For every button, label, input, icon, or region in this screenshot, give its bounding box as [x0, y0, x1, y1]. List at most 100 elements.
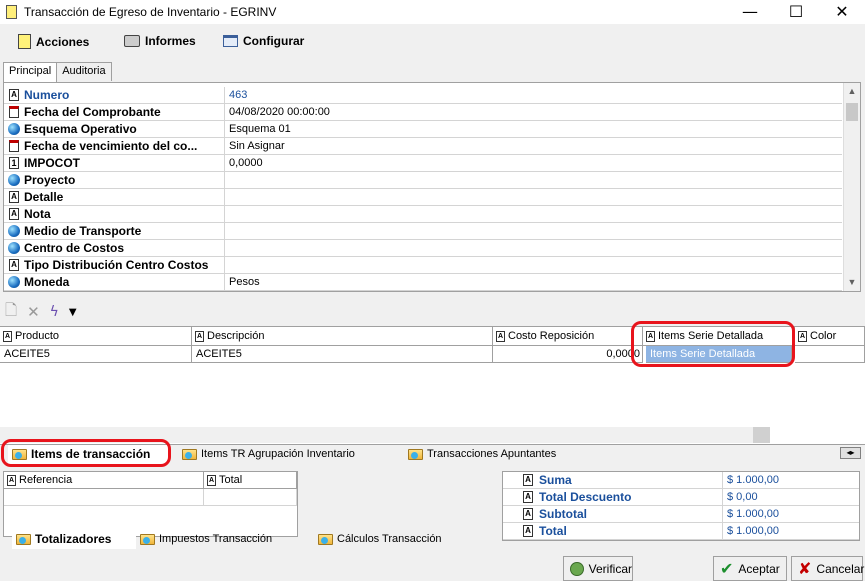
calendar-icon — [9, 140, 19, 152]
property-value[interactable] — [224, 222, 842, 240]
folder-icon — [408, 449, 423, 460]
property-value[interactable] — [224, 256, 842, 274]
column-label: Producto — [15, 330, 60, 342]
property-row-medio-transporte[interactable]: Medio de Transporte — [4, 222, 842, 240]
cancelar-button[interactable]: ✘ Cancelar — [791, 556, 864, 581]
property-value[interactable]: Esquema 01 — [224, 120, 842, 138]
highlight-items-transaccion — [1, 439, 171, 467]
property-value[interactable]: 0,0000 — [224, 154, 842, 172]
property-value[interactable]: Sin Asignar — [224, 137, 842, 155]
scroll-down-icon[interactable]: ▼ — [844, 274, 860, 291]
total-name: Suma — [539, 473, 572, 487]
total-row-suma[interactable]: A Suma $ 1.000,00 — [503, 471, 859, 489]
detail-grid: A Producto A Descripción A Costo Reposic… — [0, 321, 865, 444]
column-label: Total — [219, 474, 243, 486]
property-value[interactable] — [224, 171, 842, 189]
property-grid-scrollbar[interactable]: ▲ ▼ — [843, 83, 860, 291]
detail-toolbar: 🗋 ✕ ϟ ▼ — [5, 301, 77, 323]
property-row-fecha-vencimiento[interactable]: Fecha de vencimiento del co... Sin Asign… — [4, 137, 842, 155]
column-header-costo-reposicion[interactable]: A Costo Reposición — [493, 327, 643, 346]
dropdown-arrow-icon[interactable]: ▼ — [69, 307, 77, 318]
verificar-button[interactable]: Verificar — [563, 556, 633, 581]
property-grid: A Numero 463 Fecha del Comprobante 04/08… — [3, 82, 861, 292]
menu-informes-label: Informes — [145, 34, 196, 48]
scroll-thumb[interactable] — [753, 427, 770, 443]
property-name: Nota — [24, 207, 51, 221]
tab-label: Totalizadores — [35, 532, 112, 546]
property-value[interactable]: 04/08/2020 00:00:00 — [224, 103, 842, 121]
property-name: Numero — [24, 88, 70, 102]
property-row-moneda[interactable]: Moneda Pesos — [4, 273, 842, 291]
property-row-detalle[interactable]: A Detalle — [4, 188, 842, 206]
property-row-centro-costos[interactable]: Centro de Costos — [4, 239, 842, 257]
property-name: Detalle — [24, 190, 64, 204]
text-field-icon: A — [496, 330, 505, 342]
column-header-descripcion[interactable]: A Descripción — [192, 327, 493, 346]
menu-acciones[interactable]: Acciones — [18, 34, 89, 49]
tab-scroll-arrows-icon[interactable]: ◂▸ — [840, 447, 861, 459]
total-row-subtotal[interactable]: A Subtotal $ 1.000,00 — [503, 505, 859, 523]
text-field-icon: A — [9, 259, 19, 271]
maximize-button[interactable]: ☐ — [773, 0, 819, 24]
tab-calculos[interactable]: Cálculos Transacción — [314, 530, 484, 549]
minimize-button[interactable]: — — [727, 0, 773, 24]
folder-icon — [16, 534, 31, 545]
aceptar-button[interactable]: ✔ Aceptar — [713, 556, 787, 581]
tab-auditoria[interactable]: Auditoria — [56, 62, 112, 81]
total-row-descuento[interactable]: A Total Descuento $ 0,00 — [503, 488, 859, 506]
column-header-referencia[interactable]: A Referencia — [4, 472, 204, 489]
transaction-tabs: Items de transacción Items TR Agrupación… — [0, 439, 865, 467]
scroll-up-icon[interactable]: ▲ — [844, 83, 860, 100]
close-button[interactable]: ✕ — [819, 0, 865, 24]
property-value[interactable] — [224, 205, 842, 223]
column-header-color[interactable]: A Color — [795, 327, 865, 346]
menu-configurar[interactable]: Configurar — [223, 34, 304, 48]
total-row-total[interactable]: A Total $ 1.000,00 — [503, 522, 859, 540]
total-value: $ 0,00 — [722, 488, 758, 506]
reference-cell[interactable] — [4, 489, 204, 506]
tab-totalizadores[interactable]: Totalizadores — [12, 530, 136, 549]
tab-principal[interactable]: Principal — [3, 62, 58, 82]
text-field-icon: A — [523, 491, 533, 503]
total-name: Subtotal — [539, 507, 587, 521]
new-document-icon[interactable]: 🗋 — [5, 300, 17, 325]
text-field-icon: A — [523, 508, 533, 520]
property-value[interactable]: Pesos — [224, 273, 842, 291]
folder-icon — [140, 534, 155, 545]
property-name: Centro de Costos — [24, 241, 125, 255]
property-row-proyecto[interactable]: Proyecto — [4, 171, 842, 189]
text-field-icon: A — [9, 89, 19, 101]
property-row-fecha-comprobante[interactable]: Fecha del Comprobante 04/08/2020 00:00:0… — [4, 103, 842, 121]
cell-descripcion[interactable]: ACEITE5 — [192, 346, 493, 363]
window-title: Transacción de Egreso de Inventario - EG… — [24, 5, 277, 19]
property-value[interactable] — [224, 239, 842, 257]
property-value[interactable]: 463 — [224, 86, 842, 104]
property-name: Moneda — [24, 275, 70, 289]
lightning-icon[interactable]: ϟ — [50, 304, 59, 320]
tab-impuestos[interactable]: Impuestos Transacción — [136, 530, 312, 549]
column-header-producto[interactable]: A Producto — [0, 327, 192, 346]
total-name: Total — [539, 524, 567, 538]
cell-costo[interactable]: 0,0000 — [493, 346, 643, 363]
delete-icon[interactable]: ✕ — [27, 303, 40, 321]
property-row-numero[interactable]: A Numero 463 — [4, 86, 842, 104]
column-header-total[interactable]: A Total — [204, 472, 297, 489]
property-value[interactable] — [224, 188, 842, 206]
cell-producto[interactable]: ACEITE5 — [0, 346, 192, 363]
property-row-esquema[interactable]: Esquema Operativo Esquema 01 — [4, 120, 842, 138]
property-row-impocot[interactable]: 1 IMPOCOT 0,0000 — [4, 154, 842, 172]
total-cell[interactable] — [204, 489, 297, 506]
tab-items-tr-agrupacion[interactable]: Items TR Agrupación Inventario — [178, 445, 402, 464]
tab-label: Transacciones Apuntantes — [427, 448, 557, 460]
property-name: Fecha del Comprobante — [24, 105, 161, 119]
menu-informes[interactable]: Informes — [124, 34, 196, 48]
tab-label: Items TR Agrupación Inventario — [201, 448, 355, 460]
app-icon — [6, 5, 17, 19]
cell-color[interactable] — [795, 346, 865, 363]
property-row-nota[interactable]: A Nota — [4, 205, 842, 223]
property-row-tipo-distribucion[interactable]: A Tipo Distribución Centro Costos — [4, 256, 842, 274]
checkmark-icon: ✔ — [720, 559, 734, 578]
tab-transacciones-apuntantes[interactable]: Transacciones Apuntantes — [404, 445, 600, 464]
globe-icon — [8, 242, 20, 254]
scroll-thumb[interactable] — [846, 103, 858, 121]
